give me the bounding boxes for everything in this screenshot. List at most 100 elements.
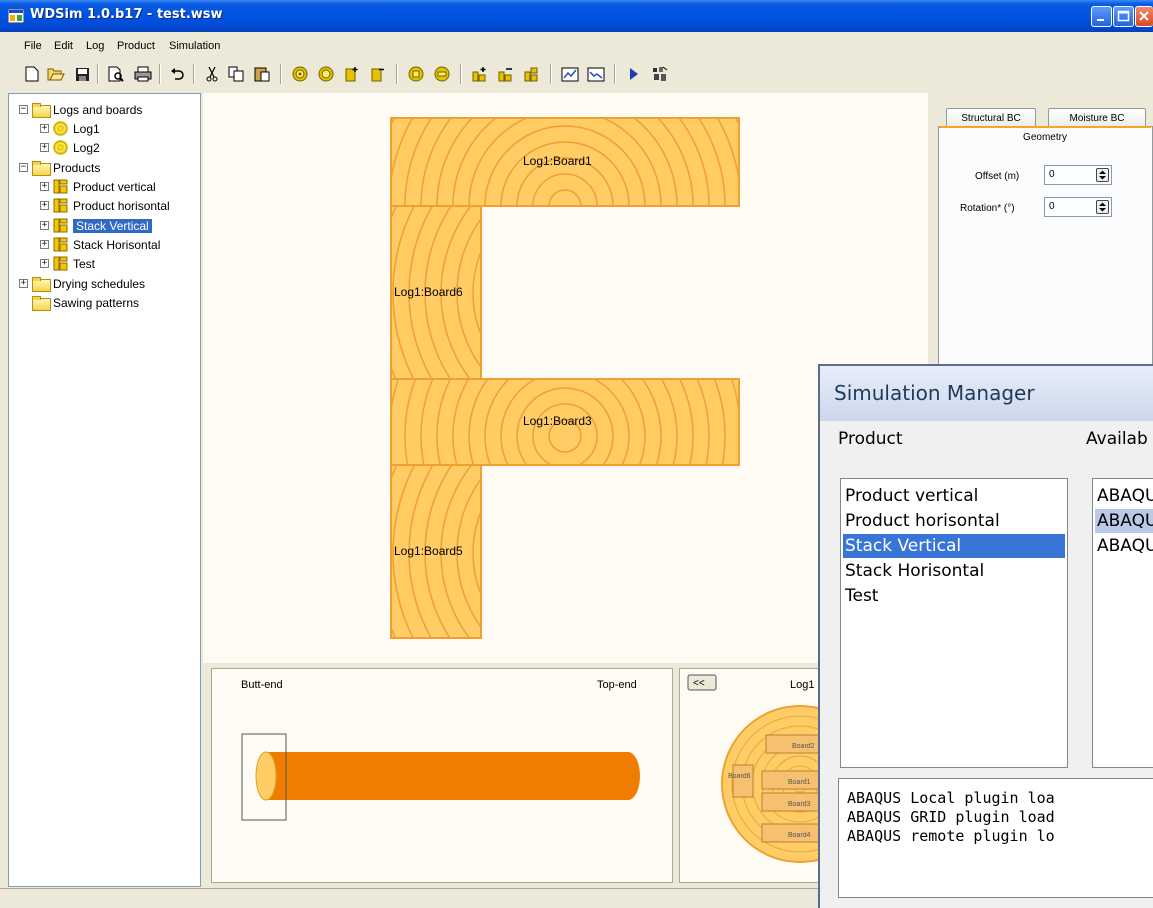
tree-node-product[interactable]: + Product vertical	[40, 177, 156, 196]
spin-arrows-icon[interactable]	[1096, 200, 1109, 214]
back-button[interactable]: <<	[687, 674, 717, 691]
save-icon	[75, 67, 89, 81]
folder-icon	[32, 161, 51, 176]
maximize-button[interactable]	[1113, 6, 1134, 27]
tab-geometry[interactable]: Geometry	[939, 126, 1151, 146]
log-line: ABAQUS remote plugin lo	[847, 827, 1055, 845]
folder-icon	[32, 296, 51, 311]
open-folder-icon	[47, 68, 65, 81]
offset-spinbox[interactable]: 0	[1044, 165, 1112, 185]
project-tree[interactable]: − Logs and boards + Log1 + Log2 − Produc…	[8, 93, 201, 887]
expand-icon[interactable]: +	[40, 221, 49, 230]
list-item[interactable]: Test	[845, 584, 878, 608]
dialog-title-bar[interactable]: Simulation Manager	[820, 366, 1153, 421]
collapse-icon[interactable]: −	[19, 163, 28, 172]
tab-structural-bc[interactable]: Structural BC	[946, 108, 1036, 128]
run-simulation-button[interactable]	[624, 64, 644, 84]
remove-log-button[interactable]	[316, 64, 336, 84]
product-tool-button[interactable]	[496, 64, 516, 84]
window-title: WDSim 1.0.b17 - test.wsw	[30, 7, 223, 22]
remove-board-button[interactable]	[368, 64, 388, 84]
expand-icon[interactable]: +	[40, 143, 49, 152]
add-product-button[interactable]	[470, 64, 490, 84]
product-listbox[interactable]: Product vertical Product horisontal Stac…	[840, 478, 1068, 768]
section-board-4[interactable]: Board4	[761, 823, 823, 843]
open-button[interactable]	[46, 64, 66, 84]
product-icon	[53, 218, 68, 233]
title-bar[interactable]: WDSim 1.0.b17 - test.wsw	[0, 0, 1153, 32]
cut-button[interactable]	[202, 64, 222, 84]
list-item[interactable]: Stack Horisontal	[845, 559, 984, 583]
chart-icon	[587, 67, 605, 82]
expand-icon[interactable]: +	[40, 182, 49, 191]
collapse-icon[interactable]: −	[19, 105, 28, 114]
tree-node-logs[interactable]: − Logs and boards	[19, 100, 142, 119]
copy-button[interactable]	[226, 64, 246, 84]
save-button[interactable]	[72, 64, 92, 84]
menu-file[interactable]: File	[24, 40, 42, 52]
section-board-1[interactable]: Board1	[761, 770, 823, 790]
log-butt-end	[255, 751, 277, 801]
tree-node-product-selected[interactable]: + Stack Vertical	[40, 216, 152, 235]
print-button[interactable]	[133, 64, 153, 84]
tree-node-drying[interactable]: + Drying schedules	[19, 274, 145, 293]
tree-node-log1[interactable]: + Log1	[40, 119, 100, 138]
list-item[interactable]: Product vertical	[845, 484, 978, 508]
log-tool-a-button[interactable]	[406, 64, 426, 84]
tree-node-product[interactable]: + Test	[40, 254, 95, 273]
add-log-button[interactable]	[290, 64, 310, 84]
expand-icon[interactable]: +	[40, 259, 49, 268]
expand-icon[interactable]: +	[40, 124, 49, 133]
menu-product[interactable]: Product	[117, 40, 155, 52]
undo-icon	[171, 68, 184, 80]
tree-node-product[interactable]: + Product horisontal	[40, 196, 170, 215]
tree-node-products[interactable]: − Products	[19, 158, 100, 177]
available-listbox[interactable]: ABAQU ABAQU ABAQU	[1092, 478, 1153, 768]
log-tool-b-button[interactable]	[432, 64, 452, 84]
simulation-manager-button[interactable]	[650, 64, 670, 84]
expand-icon[interactable]: +	[40, 240, 49, 249]
add-schedule-button[interactable]	[560, 64, 580, 84]
list-item[interactable]: ABAQU	[1097, 534, 1153, 558]
list-item[interactable]: Product horisontal	[845, 509, 1000, 533]
menu-edit[interactable]: Edit	[54, 40, 73, 52]
add-log-icon	[292, 66, 308, 82]
print-icon	[134, 66, 152, 82]
paste-icon	[254, 67, 270, 82]
tree-label: Product horisontal	[73, 198, 170, 213]
log-section-icon	[408, 66, 424, 82]
menu-log[interactable]: Log	[86, 40, 104, 52]
product-column-label: Product	[838, 429, 903, 449]
menu-simulation[interactable]: Simulation	[169, 40, 220, 52]
simulation-manager-dialog[interactable]: Simulation Manager Product Availab Produ…	[818, 364, 1153, 908]
folder-icon	[32, 103, 51, 118]
tree-node-log2[interactable]: + Log2	[40, 138, 100, 157]
print-preview-button[interactable]	[106, 64, 126, 84]
rotation-spinbox[interactable]: 0	[1044, 197, 1112, 217]
new-button[interactable]	[22, 64, 42, 84]
tree-node-product[interactable]: + Stack Horisontal	[40, 235, 160, 254]
list-item-selected[interactable]: ABAQU	[1095, 509, 1153, 533]
undo-button[interactable]	[167, 64, 187, 84]
close-button[interactable]	[1135, 6, 1153, 27]
log-line: ABAQUS Local plugin loa	[847, 789, 1055, 807]
expand-icon[interactable]: +	[19, 279, 28, 288]
tree-label: Product vertical	[73, 179, 156, 194]
section-board-3[interactable]: Board3	[761, 792, 823, 812]
minimize-button[interactable]	[1091, 6, 1112, 27]
tree-node-sawing[interactable]: Sawing patterns	[32, 293, 139, 312]
tab-moisture-bc[interactable]: Moisture BC	[1048, 108, 1146, 128]
spin-arrows-icon[interactable]	[1096, 168, 1109, 182]
expand-icon[interactable]: +	[40, 201, 49, 210]
section-board-2[interactable]: Board2	[765, 734, 827, 754]
list-item[interactable]: ABAQU	[1097, 484, 1153, 508]
tree-label: Stack Horisontal	[73, 237, 161, 252]
add-board-button[interactable]	[342, 64, 362, 84]
remove-product-button[interactable]	[522, 64, 542, 84]
log-section-title: Log1	[790, 679, 814, 691]
paste-button[interactable]	[252, 64, 272, 84]
toolbar-separator	[97, 64, 99, 84]
list-item-selected[interactable]: Stack Vertical	[843, 534, 1065, 558]
log-length-view[interactable]: Butt-end Top-end	[211, 668, 673, 883]
schedule-tool-button[interactable]	[586, 64, 606, 84]
